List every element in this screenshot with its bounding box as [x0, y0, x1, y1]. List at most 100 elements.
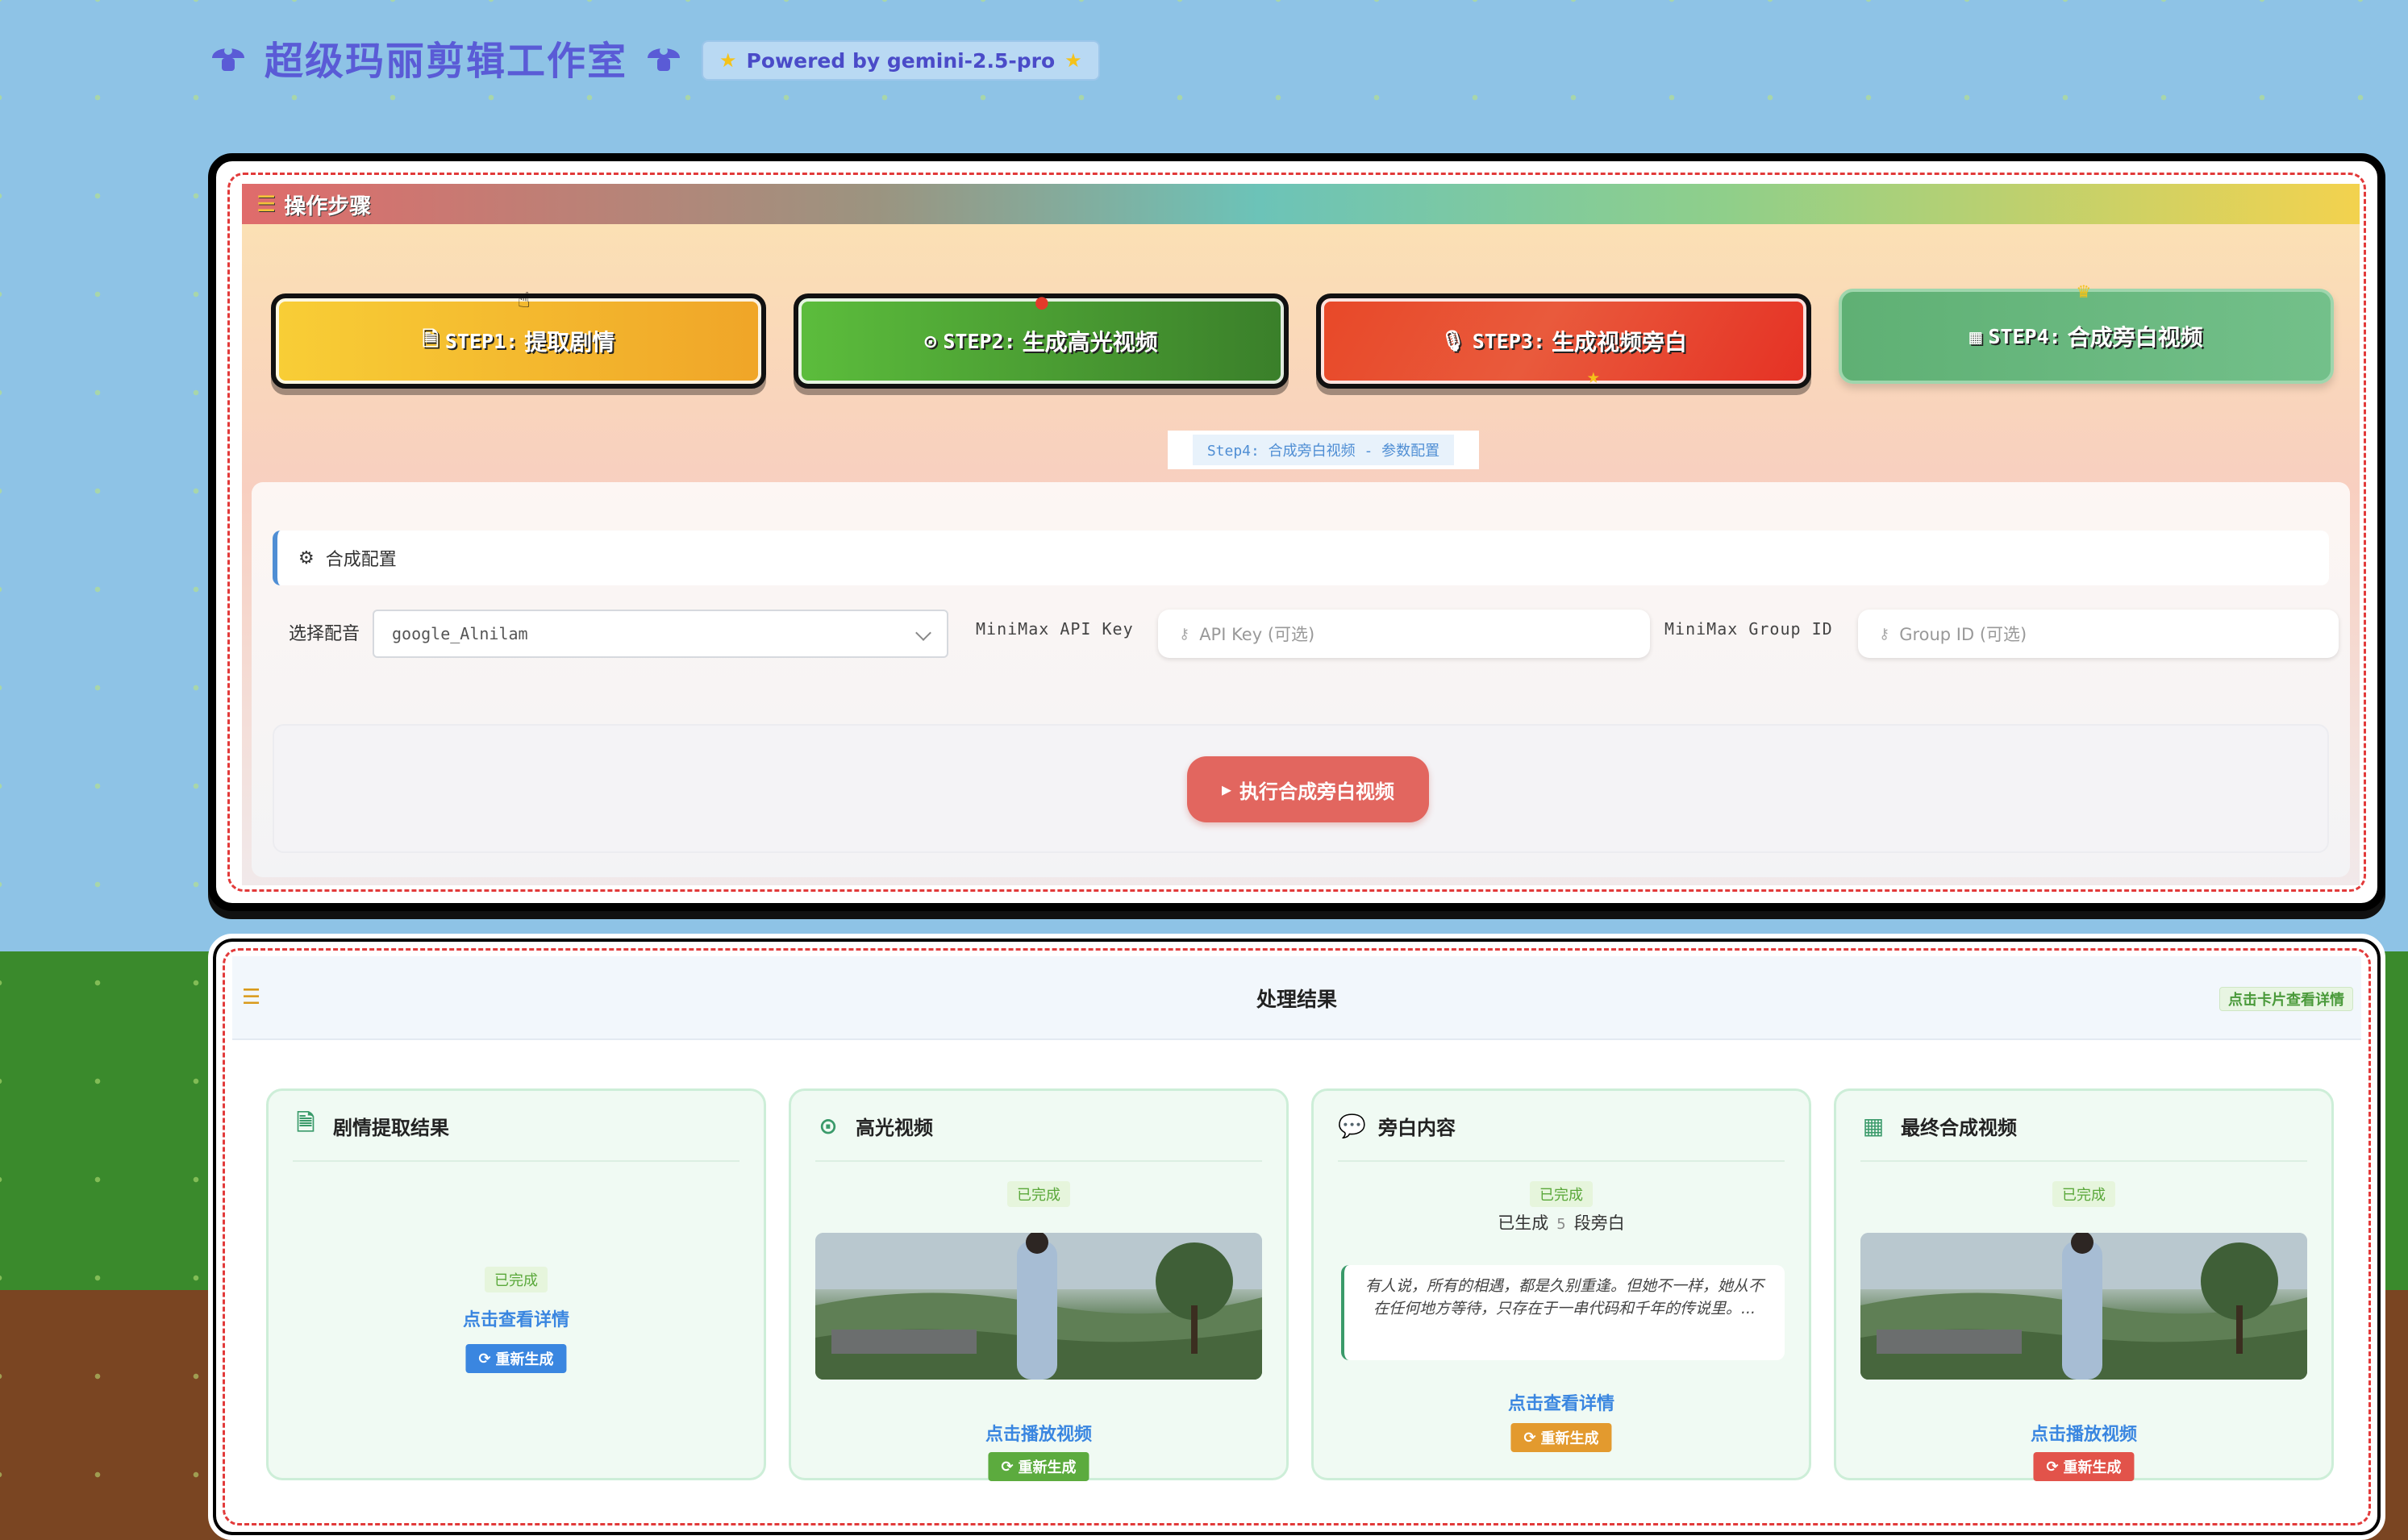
active-step-tag-text: Step4: 合成旁白视频 - 参数配置	[1192, 435, 1455, 465]
key-icon: ⚷	[1179, 625, 1190, 643]
chat-bubble-icon: 💬	[1338, 1112, 1366, 1139]
step1-code: STEP1:	[444, 329, 519, 353]
video-thumbnail[interactable]	[1860, 1233, 2307, 1380]
menu-icon: ☰	[256, 191, 277, 217]
card-title: 剧情提取结果	[333, 1116, 449, 1139]
action-area: ▸ 执行合成旁白视频	[273, 724, 2329, 853]
regenerate-button[interactable]: ⟳ 重新生成	[465, 1344, 567, 1373]
gear-icon: ⚙	[298, 547, 315, 568]
result-card-narration[interactable]: 💬 旁白内容 已完成 已生成 5 段旁白 有人说，所有的相遇，都是久别重逢。但她不一…	[1311, 1088, 1811, 1480]
card-header: ⊙ 高光视频	[815, 1091, 1262, 1162]
result-card-final-video[interactable]: ▦ 最终合成视频 已完成 点击播放视频 ⟳ 重新生成	[1834, 1088, 2334, 1481]
card-header: 💬 旁白内容	[1338, 1091, 1785, 1162]
step4-button[interactable]: ▦ STEP4: 合成旁白视频 ♛	[1839, 279, 2334, 384]
step2-label: 生成高光视频	[1022, 329, 1158, 356]
result-card-highlight-video[interactable]: ⊙ 高光视频 已完成 点击播放视频 ⟳ 重新生成	[789, 1088, 1289, 1481]
step3-code: STEP3:	[1472, 329, 1546, 353]
chevron-down-icon	[915, 625, 931, 641]
regenerate-button[interactable]: ⟳ 重新生成	[1510, 1423, 1612, 1452]
group-id-label: MiniMax Group ID	[1664, 619, 1833, 639]
view-details-link[interactable]: 点击查看详情	[1314, 1389, 1809, 1415]
results-hint: 点击卡片查看详情	[2219, 987, 2353, 1011]
active-step-tag: Step4: 合成旁白视频 - 参数配置	[1168, 431, 1479, 469]
step3-button[interactable]: 🎙 STEP3: 生成视频旁白 ★	[1316, 293, 1811, 389]
play-video-link[interactable]: 点击播放视频	[1836, 1420, 2331, 1446]
status-badge: 已完成	[2052, 1181, 2115, 1207]
microphone-icon: 🎙	[1439, 329, 1466, 352]
mushroom-icon	[648, 47, 681, 71]
step3-label: 生成视频旁白	[1552, 329, 1688, 356]
crown-icon: ♛	[2077, 279, 2090, 303]
card-title: 旁白内容	[1378, 1116, 1456, 1139]
steps-panel: ☰ 操作步骤 🗎 STEP1: 提取剧情 ☝ ⊙ STEP2: 生成高光视频 ●…	[208, 153, 2385, 911]
card-title: 高光视频	[856, 1116, 933, 1139]
star-icon: ★	[1064, 49, 1082, 72]
count-value: 5	[1556, 1216, 1566, 1233]
result-card-plot[interactable]: 🗎 剧情提取结果 已完成 点击查看详情 ⟳ 重新生成	[266, 1088, 766, 1480]
play-circle-icon: ⊙	[924, 329, 937, 353]
count-prefix: 已生成	[1498, 1213, 1549, 1233]
document-icon: 🗎	[296, 1109, 315, 1136]
api-key-label: MiniMax API Key	[976, 619, 1134, 639]
voice-select-value: google_Alnilam	[392, 624, 528, 643]
refresh-icon: ⟳	[1523, 1429, 1536, 1446]
play-circle-icon: ⊙	[819, 1112, 838, 1139]
steps-body: 🗎 STEP1: 提取剧情 ☝ ⊙ STEP2: 生成高光视频 ● 🎙 STEP…	[242, 224, 2360, 885]
app-title: 超级玛丽剪辑工作室	[208, 27, 684, 87]
results-header: ☰ 处理结果 点击卡片查看详情	[232, 956, 2361, 1040]
cursor-icon: ☝	[518, 289, 531, 313]
narration-preview: 有人说，所有的相遇，都是久别重逢。但她不一样，她从不在任何地方等待，只存在于一串…	[1341, 1265, 1785, 1360]
step2-code: STEP2:	[943, 329, 1016, 353]
regenerate-label: 重新生成	[1018, 1459, 1077, 1476]
steps-title: 操作步骤	[284, 194, 372, 219]
group-id-placeholder: Group ID (可选)	[1899, 625, 2027, 644]
card-header: ▦ 最终合成视频	[1860, 1091, 2307, 1162]
card-header: 🗎 剧情提取结果	[293, 1091, 739, 1162]
step1-button[interactable]: 🗎 STEP1: 提取剧情 ☝	[271, 289, 766, 389]
powered-by-badge: ★ Powered by gemini-2.5-pro ★	[702, 40, 1100, 81]
step4-code: STEP4:	[1988, 324, 2061, 348]
star-icon: ★	[719, 49, 737, 72]
regenerate-label: 重新生成	[1540, 1430, 1599, 1447]
voice-select[interactable]: google_Alnilam	[373, 610, 948, 658]
regenerate-button[interactable]: ⟳ 重新生成	[2033, 1452, 2135, 1481]
voice-label: 选择配音	[289, 624, 360, 644]
regenerate-label: 重新生成	[2063, 1459, 2122, 1476]
video-thumbnail[interactable]	[815, 1233, 1262, 1380]
view-details-link[interactable]: 点击查看详情	[269, 1305, 764, 1331]
refresh-icon: ⟳	[1001, 1458, 1014, 1475]
step4-label: 合成旁白视频	[2067, 324, 2203, 351]
api-key-input[interactable]: ⚷ API Key (可选)	[1158, 610, 1650, 658]
steps-header: ☰ 操作步骤	[242, 184, 2360, 224]
table-icon: ▦	[1862, 1112, 1885, 1139]
status-badge: 已完成	[1530, 1181, 1593, 1207]
table-icon: ▦	[1969, 324, 1982, 348]
results-title: 处理结果	[1256, 988, 1337, 1011]
status-badge: 已完成	[485, 1267, 548, 1292]
refresh-icon: ⟳	[478, 1350, 491, 1367]
play-icon: ▸	[1221, 778, 1232, 801]
execute-button[interactable]: ▸ 执行合成旁白视频	[1187, 756, 1429, 822]
app-title-text: 超级玛丽剪辑工作室	[265, 39, 628, 84]
mushroom-icon	[212, 47, 244, 71]
card-title: 最终合成视频	[1901, 1116, 2017, 1139]
narration-count: 已生成 5 段旁白	[1314, 1210, 1809, 1234]
play-video-link[interactable]: 点击播放视频	[791, 1420, 1286, 1446]
step1-label: 提取剧情	[524, 329, 615, 356]
status-badge: 已完成	[1007, 1181, 1070, 1207]
star-icon: ★	[1587, 364, 1600, 389]
config-card: ⚙ 合成配置 选择配音 google_Alnilam MiniMax API K…	[252, 482, 2350, 877]
config-section-title: ⚙ 合成配置	[273, 531, 2329, 585]
regenerate-label: 重新生成	[495, 1351, 554, 1368]
step2-button[interactable]: ⊙ STEP2: 生成高光视频 ●	[794, 290, 1289, 389]
refresh-icon: ⟳	[2046, 1458, 2059, 1475]
regenerate-button[interactable]: ⟳ 重新生成	[988, 1452, 1089, 1481]
count-suffix: 段旁白	[1573, 1213, 1625, 1233]
execute-button-label: 执行合成旁白视频	[1239, 780, 1395, 803]
mushroom-icon: ●	[1035, 290, 1048, 314]
document-icon: 🗎	[422, 327, 439, 351]
api-key-placeholder: API Key (可选)	[1199, 625, 1315, 644]
powered-by-text: Powered by gemini-2.5-pro	[746, 48, 1056, 73]
key-icon: ⚷	[1879, 625, 1890, 643]
group-id-input[interactable]: ⚷ Group ID (可选)	[1858, 610, 2339, 658]
